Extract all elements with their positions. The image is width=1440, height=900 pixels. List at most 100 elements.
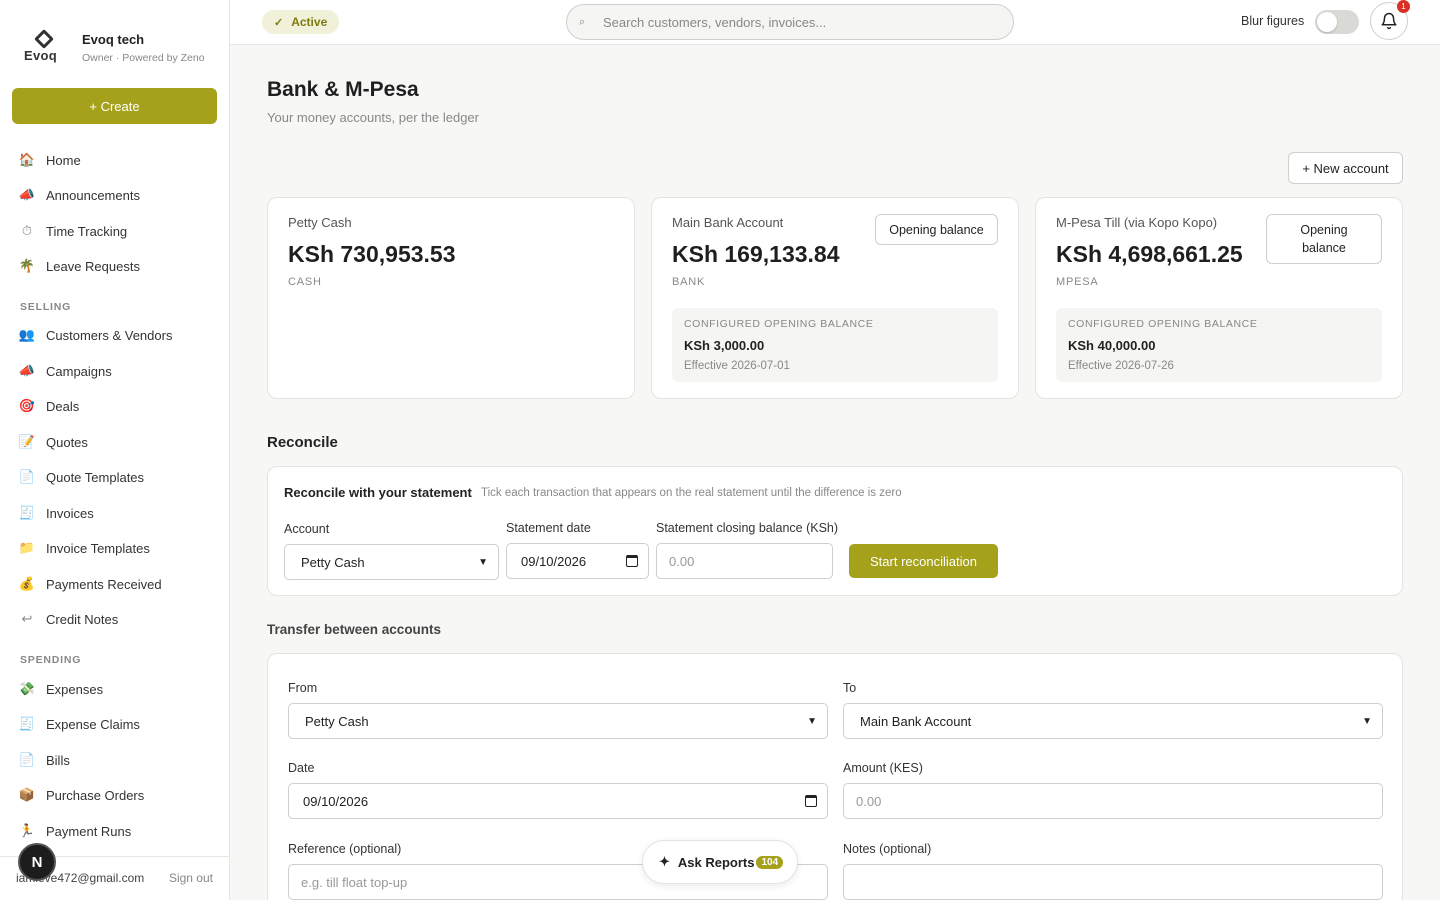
date-label: Date — [288, 761, 315, 775]
blur-figures-toggle[interactable] — [1315, 10, 1359, 34]
sidebar-item-home[interactable]: 🏠 Home — [18, 143, 81, 177]
sidebar-item-credit-notes[interactable]: ↩ Credit Notes — [18, 602, 119, 636]
page-icon: 📄 — [18, 752, 36, 767]
sidebar-item-customers-vendors[interactable]: 👥 Customers & Vendors — [18, 318, 173, 352]
receipt-icon: 🧾 — [18, 505, 36, 520]
account-type: MPESA — [1056, 276, 1099, 288]
company-name: Evoq tech — [82, 32, 145, 47]
folder-icon: 📁 — [18, 540, 36, 555]
megaphone-icon: 📣 — [18, 187, 36, 202]
calendar-icon[interactable] — [805, 795, 817, 807]
opening-balance-box: CONFIGURED OPENING BALANCE KSh 40,000.00… — [1056, 308, 1382, 382]
opening-balance-button[interactable]: Opening balance — [1266, 214, 1382, 264]
account-name: M-Pesa Till (via Kopo Kopo) — [1056, 215, 1218, 230]
account-card-mpesa-till[interactable]: M-Pesa Till (via Kopo Kopo) KSh 4,698,66… — [1035, 197, 1403, 399]
from-account-select[interactable]: Petty Cash ▼ — [288, 703, 828, 739]
search-bar[interactable]: ⌕ — [566, 4, 1014, 40]
account-select[interactable]: Petty Cash ▼ — [284, 544, 499, 580]
opening-balance-box: CONFIGURED OPENING BALANCE KSh 3,000.00 … — [672, 308, 998, 382]
account-type: BANK — [672, 276, 706, 288]
notes-label: Notes (optional) — [843, 842, 932, 856]
to-label: To — [843, 681, 857, 695]
start-reconciliation-button[interactable]: Start reconciliation — [849, 544, 998, 578]
search-icon: ⌕ — [579, 15, 586, 28]
sidebar-item-time-tracking[interactable]: ⏱ Time Tracking — [18, 214, 127, 248]
amount-input[interactable]: 0.00 — [843, 783, 1383, 819]
ask-reports-count-badge: 104 — [756, 855, 784, 869]
ask-reports-button[interactable]: ✦ Ask Reports 104 — [642, 840, 798, 884]
check-icon: ✓ — [274, 16, 284, 29]
sidebar-item-expense-claims[interactable]: 🧾 Expense Claims — [18, 707, 140, 741]
amount-label: Amount (KES) — [843, 761, 923, 775]
account-name: Main Bank Account — [672, 215, 784, 230]
house-icon: 🏠 — [18, 152, 36, 167]
sidebar-item-purchase-orders[interactable]: 📦 Purchase Orders — [18, 778, 144, 812]
sidebar-item-campaigns[interactable]: 📣 Campaigns — [18, 354, 112, 388]
transfer-date-input[interactable]: 09/10/2026 — [288, 783, 828, 819]
runner-icon: 🏃 — [18, 823, 36, 838]
target-icon: 🎯 — [18, 398, 36, 413]
search-input[interactable] — [603, 14, 1003, 30]
chevron-down-icon: ▼ — [807, 715, 817, 727]
sidebar-item-announcements[interactable]: 📣 Announcements — [18, 178, 140, 212]
page-title: Bank & M-Pesa — [267, 78, 419, 101]
opening-balance-value: KSh 3,000.00 — [684, 338, 765, 353]
reconcile-hint: Tick each transaction that appears on th… — [481, 487, 902, 499]
create-button[interactable]: + Create — [12, 88, 217, 124]
account-card-main-bank[interactable]: Main Bank Account KSh 169,133.84 BANK Op… — [651, 197, 1019, 399]
account-balance: KSh 730,953.53 — [288, 241, 456, 267]
topbar: ✓ Active ⌕ Blur figures 1 — [230, 0, 1440, 45]
notification-count-badge: 1 — [1397, 0, 1410, 13]
notes-input[interactable] — [843, 864, 1383, 900]
account-balance: KSh 4,698,661.25 — [1056, 241, 1243, 267]
sidebar-item-leave-requests[interactable]: 🌴 Leave Requests — [18, 249, 140, 283]
receipt-icon: 🧾 — [18, 716, 36, 731]
chevron-down-icon: ▼ — [1362, 715, 1372, 727]
sidebar-item-payments-received[interactable]: 💰 Payments Received — [18, 567, 162, 601]
opening-balance-button[interactable]: Opening balance — [875, 214, 998, 245]
new-account-button[interactable]: + New account — [1288, 152, 1403, 184]
people-icon: 👥 — [18, 327, 36, 342]
palm-tree-icon: 🌴 — [18, 258, 36, 273]
memo-icon: 📝 — [18, 434, 36, 449]
toggle-knob — [1317, 12, 1337, 32]
megaphone-icon: 📣 — [18, 363, 36, 378]
sparkle-icon: ✦ — [659, 854, 670, 869]
section-heading-spending: SPENDING — [20, 654, 82, 666]
sign-out-link[interactable]: Sign out — [169, 871, 213, 885]
sidebar-item-deals[interactable]: 🎯 Deals — [18, 389, 79, 423]
opening-balance-label: CONFIGURED OPENING BALANCE — [684, 318, 874, 330]
stopwatch-icon: ⏱ — [21, 223, 33, 238]
evoq-logo: Evoq — [24, 29, 64, 66]
closing-balance-input[interactable]: 0.00 — [656, 543, 833, 579]
sidebar-item-expenses[interactable]: 💸 Expenses — [18, 672, 103, 706]
sidebar-item-bills[interactable]: 📄 Bills — [18, 743, 70, 777]
account-label: Account — [284, 522, 330, 536]
avatar[interactable]: N — [18, 843, 56, 881]
chevron-down-icon: ▼ — [478, 556, 488, 568]
reconcile-panel: Reconcile with your statement Tick each … — [267, 466, 1403, 596]
calendar-icon[interactable] — [626, 555, 638, 567]
account-name: Petty Cash — [288, 215, 352, 230]
from-label: From — [288, 681, 318, 695]
to-account-select[interactable]: Main Bank Account ▼ — [843, 703, 1383, 739]
account-type: CASH — [288, 276, 322, 288]
opening-balance-value: KSh 40,000.00 — [1068, 338, 1156, 353]
statement-date-input[interactable]: 09/10/2026 — [506, 543, 649, 579]
sidebar: Evoq Evoq tech Owner · Powered by Zeno +… — [0, 0, 230, 900]
blur-figures-label: Blur figures — [1241, 14, 1305, 28]
package-icon: 📦 — [18, 787, 36, 802]
page-subtitle: Your money accounts, per the ledger — [267, 110, 479, 125]
sidebar-item-quotes[interactable]: 📝 Quotes — [18, 425, 88, 459]
company-subtitle: Owner · Powered by Zeno — [82, 52, 205, 64]
money-wings-icon: 💸 — [18, 681, 36, 696]
closing-balance-label: Statement closing balance (KSh) — [656, 521, 839, 535]
sidebar-item-invoices[interactable]: 🧾 Invoices — [18, 496, 94, 530]
statement-date-label: Statement date — [506, 521, 591, 535]
account-card-petty-cash[interactable]: Petty Cash KSh 730,953.53 CASH — [267, 197, 635, 399]
opening-balance-label: CONFIGURED OPENING BALANCE — [1068, 318, 1258, 330]
bell-icon — [1381, 12, 1397, 30]
brand[interactable]: Evoq Evoq tech Owner · Powered by Zeno — [24, 29, 205, 66]
sidebar-item-quote-templates[interactable]: 📄 Quote Templates — [18, 460, 144, 494]
sidebar-item-invoice-templates[interactable]: 📁 Invoice Templates — [18, 531, 150, 565]
